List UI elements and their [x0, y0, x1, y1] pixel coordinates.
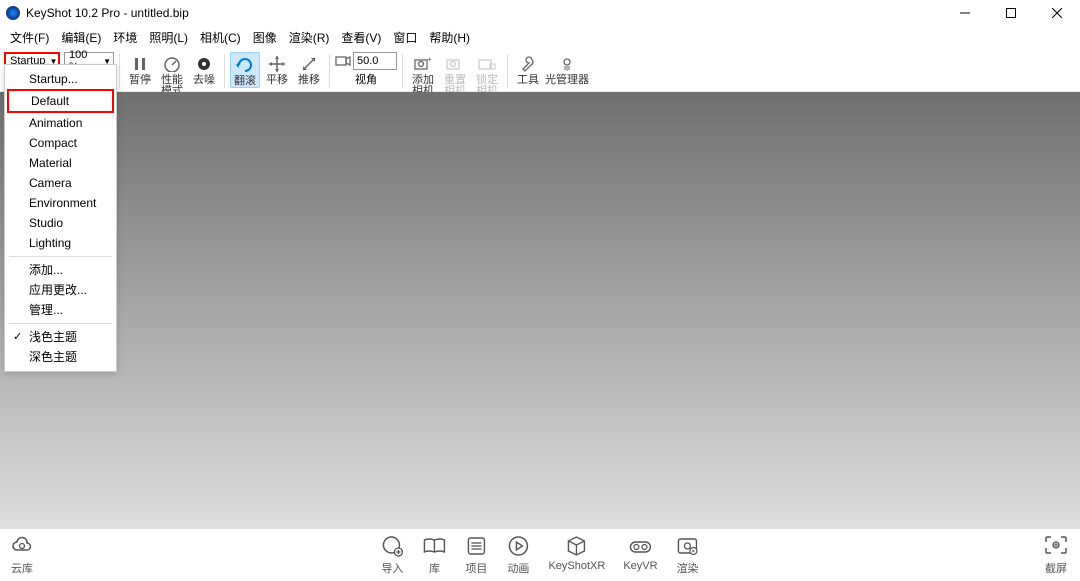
minimize-button[interactable] — [942, 0, 988, 26]
dropdown-item-environment[interactable]: Environment — [5, 193, 116, 213]
titlebar: KeyShot 10.2 Pro - untitled.bip — [0, 0, 1080, 26]
dropdown-item-light-theme[interactable]: 浅色主题 — [5, 327, 116, 347]
close-button[interactable] — [1034, 0, 1080, 26]
dropdown-item-material[interactable]: Material — [5, 153, 116, 173]
library-button[interactable]: 库 — [422, 534, 446, 576]
dropdown-item-compact[interactable]: Compact — [5, 133, 116, 153]
camera-reset-icon — [445, 54, 465, 74]
book-icon — [422, 534, 446, 558]
toolbar: Startup▼ 100 %▼ 暂停 性能 模式 去噪 翻滚 平移 推移 50.… — [0, 48, 1080, 92]
render-icon — [676, 534, 700, 558]
fov-icon — [335, 54, 351, 68]
fov-input[interactable]: 50.0 — [353, 52, 397, 70]
performance-mode-button[interactable]: 性能 模式 — [157, 52, 187, 97]
pause-button[interactable]: 暂停 — [125, 52, 155, 86]
play-circle-icon — [506, 534, 530, 558]
app-logo-icon — [6, 6, 20, 20]
keyvr-button[interactable]: KeyVR — [623, 534, 657, 576]
cloud-icon — [10, 534, 34, 558]
dropdown-item-lighting[interactable]: Lighting — [5, 233, 116, 253]
menu-camera[interactable]: 相机(C) — [194, 27, 247, 48]
menu-environment[interactable]: 环境 — [107, 27, 143, 48]
divider — [9, 323, 112, 324]
dolly-button[interactable]: 推移 — [294, 52, 324, 86]
dropdown-item-apply[interactable]: 应用更改... — [5, 280, 116, 300]
menu-view[interactable]: 查看(V) — [335, 27, 387, 48]
camera-lock-icon — [477, 54, 497, 74]
list-icon — [464, 534, 488, 558]
menu-help[interactable]: 帮助(H) — [423, 27, 476, 48]
import-icon — [380, 534, 404, 558]
screenshot-icon — [1044, 534, 1068, 558]
workspace-dropdown: Startup... Default Animation Compact Mat… — [4, 64, 117, 372]
dropdown-item-add[interactable]: 添加... — [5, 260, 116, 280]
tools-button[interactable]: 工具 — [513, 52, 543, 86]
pause-icon — [130, 54, 150, 74]
vr-icon — [628, 534, 652, 558]
maximize-button[interactable] — [988, 0, 1034, 26]
cube-icon — [565, 534, 589, 558]
fov-label: 视角 — [355, 71, 377, 87]
animation-button[interactable]: 动画 — [506, 534, 530, 576]
gauge-icon — [162, 54, 182, 74]
dropdown-item-dark-theme[interactable]: 深色主题 — [5, 347, 116, 367]
denoise-icon — [194, 54, 214, 74]
viewport[interactable] — [0, 92, 1080, 529]
dropdown-item-manage[interactable]: 管理... — [5, 300, 116, 320]
camera-plus-icon: + — [413, 54, 433, 74]
menu-render[interactable]: 渲染(R) — [283, 27, 336, 48]
menu-image[interactable]: 图像 — [247, 27, 283, 48]
dropdown-item-startup[interactable]: Startup... — [5, 69, 116, 89]
rotate-icon — [235, 55, 255, 75]
keyshotxr-button[interactable]: KeyShotXR — [548, 534, 605, 576]
import-button[interactable]: 导入 — [380, 534, 404, 576]
menu-lighting[interactable]: 照明(L) — [143, 27, 194, 48]
menubar: 文件(F) 编辑(E) 环境 照明(L) 相机(C) 图像 渲染(R) 查看(V… — [0, 26, 1080, 48]
menu-edit[interactable]: 编辑(E) — [55, 27, 107, 48]
project-button[interactable]: 项目 — [464, 534, 488, 576]
cloud-library-button[interactable]: 云库 — [10, 534, 34, 576]
light-icon — [557, 54, 577, 74]
pan-button[interactable]: 平移 — [262, 52, 292, 86]
add-camera-button[interactable]: +添加 相机 — [408, 52, 438, 97]
tumble-button[interactable]: 翻滚 — [230, 52, 260, 88]
divider — [9, 256, 112, 257]
move-icon — [267, 54, 287, 74]
reset-camera-button: 重置 相机 — [440, 52, 470, 97]
light-manager-button[interactable]: 光管理器 — [545, 52, 589, 86]
dropdown-item-studio[interactable]: Studio — [5, 213, 116, 233]
menu-window[interactable]: 窗口 — [387, 27, 423, 48]
dolly-icon — [299, 54, 319, 74]
render-button[interactable]: 渲染 — [676, 534, 700, 576]
dropdown-item-camera[interactable]: Camera — [5, 173, 116, 193]
bottombar: 云库 导入 库 项目 动画 KeyShotXR KeyVR 渲染 截屏 — [0, 529, 1080, 581]
dropdown-item-default[interactable]: Default — [7, 89, 114, 113]
menu-file[interactable]: 文件(F) — [4, 27, 55, 48]
svg-text:+: + — [427, 56, 432, 64]
window-title: KeyShot 10.2 Pro - untitled.bip — [26, 6, 189, 20]
denoise-button[interactable]: 去噪 — [189, 52, 219, 86]
lock-camera-button: 锁定 相机 — [472, 52, 502, 97]
dropdown-item-animation[interactable]: Animation — [5, 113, 116, 133]
wrench-icon — [518, 54, 538, 74]
screenshot-button[interactable]: 截屏 — [1044, 534, 1068, 576]
